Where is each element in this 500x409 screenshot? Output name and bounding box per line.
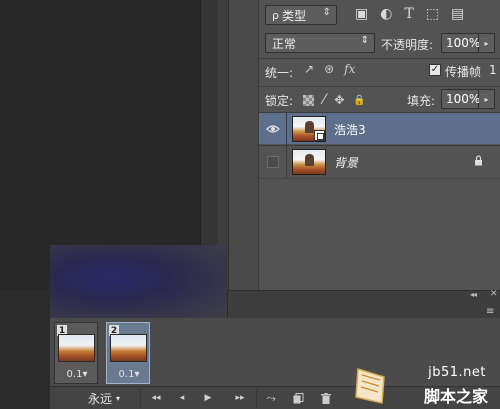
- unify-position-icon[interactable]: ↗: [304, 62, 314, 76]
- visibility-toggle[interactable]: [267, 156, 279, 168]
- smart-object-filter-icon[interactable]: ▤: [451, 6, 464, 22]
- thumbnail-figure: [305, 154, 314, 166]
- position-lock-icon[interactable]: ✥: [334, 93, 344, 107]
- chevron-updown-icon: ⇕: [360, 35, 369, 46]
- delete-frame-icon[interactable]: [318, 389, 334, 407]
- first-frame-button[interactable]: ◂◂: [146, 389, 166, 407]
- frame-thumbnail: [58, 334, 95, 362]
- divider: [140, 388, 141, 408]
- opacity-label: 不透明度:: [381, 38, 434, 52]
- propagate-frame-checkbox[interactable]: ✓: [429, 64, 441, 76]
- document-preview: [50, 245, 227, 320]
- next-frame-button[interactable]: ▸▸: [230, 389, 250, 407]
- blend-mode-select[interactable]: 正常 ⇕: [265, 33, 375, 53]
- watermark-logo-icon: [355, 368, 385, 404]
- frame-delay[interactable]: 0.1▾: [55, 369, 99, 380]
- previous-frame-button[interactable]: ◂: [174, 389, 190, 407]
- watermark-text: 脚本之家: [423, 387, 488, 406]
- chevron-down-icon: ▾: [116, 393, 121, 403]
- lock-icons: ⁄ ✥ 🔒: [303, 92, 366, 108]
- propagate-frame-value: 1: [489, 63, 497, 77]
- divider: [259, 58, 500, 59]
- unify-label: 统一:: [265, 66, 294, 80]
- paint-lock-icon[interactable]: ⁄: [323, 92, 325, 108]
- smart-object-icon: [314, 130, 325, 141]
- layer-filter-select[interactable]: ρ 类型 ⇕: [265, 5, 337, 25]
- layer-filter-label: 类型: [281, 8, 306, 23]
- divider: [259, 86, 500, 87]
- layer-row-background[interactable]: 背景: [259, 145, 500, 178]
- site-watermark: jb51.net 脚本之家: [354, 353, 494, 409]
- fill-dropdown-button[interactable]: ▸: [479, 89, 495, 109]
- search-icon: ρ: [272, 8, 279, 22]
- lock-label: 锁定:: [265, 94, 294, 108]
- layers-panel-main: ρ 类型 ⇕ ▣ ◐ T ⬚ ▤ 正常 ⇕ 不透明度: 100% ▸ 统一: ↗…: [258, 0, 500, 290]
- divider: [256, 388, 257, 408]
- collapse-icon[interactable]: ◂◂: [470, 290, 477, 299]
- watermark-site: jb51.net: [428, 365, 486, 380]
- fill-label: 填充:: [407, 94, 436, 108]
- play-button[interactable]: ▶: [200, 389, 216, 407]
- timeline-header: [228, 290, 500, 318]
- adjustment-filter-icon[interactable]: ◐: [380, 6, 392, 22]
- opacity-input[interactable]: 100%: [441, 33, 480, 53]
- propagate-frame-label: 传播帧: [445, 65, 482, 79]
- close-icon[interactable]: ✕: [490, 289, 498, 299]
- image-filter-icon[interactable]: ▣: [355, 6, 368, 22]
- shape-filter-icon[interactable]: ⬚: [426, 6, 439, 22]
- unify-icons: ↗ ⊛ fx: [304, 62, 355, 76]
- divider: [286, 113, 287, 145]
- panel-dock-column: [228, 0, 258, 290]
- frame-delay[interactable]: 0.1▾: [107, 369, 151, 380]
- opacity-dropdown-button[interactable]: ▸: [479, 33, 495, 53]
- unify-style-icon[interactable]: fx: [344, 62, 355, 76]
- eye-icon[interactable]: [265, 121, 281, 137]
- timeline-frame-1[interactable]: 1 0.1▾: [54, 322, 98, 384]
- panel-menu-icon[interactable]: ≡: [486, 306, 494, 317]
- frame-thumbnail: [110, 334, 147, 362]
- blend-mode-value: 正常: [272, 36, 297, 51]
- filter-icons: ▣ ◐ T ⬚ ▤: [355, 6, 464, 22]
- divider: [259, 178, 500, 179]
- layer-thumbnail[interactable]: [292, 149, 326, 175]
- loop-value: 永远: [88, 391, 113, 406]
- transparency-lock-icon[interactable]: [303, 94, 314, 106]
- layer-row-active[interactable]: 浩浩3: [259, 112, 500, 145]
- all-lock-icon[interactable]: 🔒: [353, 95, 365, 106]
- unify-visibility-icon[interactable]: ⊛: [324, 62, 334, 76]
- divider: [286, 146, 287, 178]
- duplicate-frame-icon[interactable]: [290, 389, 306, 407]
- thumbnail-figure: [305, 121, 314, 133]
- chevron-updown-icon: ⇕: [322, 7, 331, 18]
- lock-icon: [474, 155, 483, 169]
- tween-icon[interactable]: ⤳: [262, 389, 280, 407]
- text-filter-icon[interactable]: T: [404, 6, 413, 22]
- timeline-frame-2[interactable]: 2 0.1▾: [106, 322, 150, 384]
- layer-name[interactable]: 浩浩3: [334, 121, 366, 138]
- loop-options-select[interactable]: 永远 ▾: [84, 389, 136, 407]
- layer-name[interactable]: 背景: [334, 154, 358, 171]
- fill-input[interactable]: 100%: [441, 89, 480, 109]
